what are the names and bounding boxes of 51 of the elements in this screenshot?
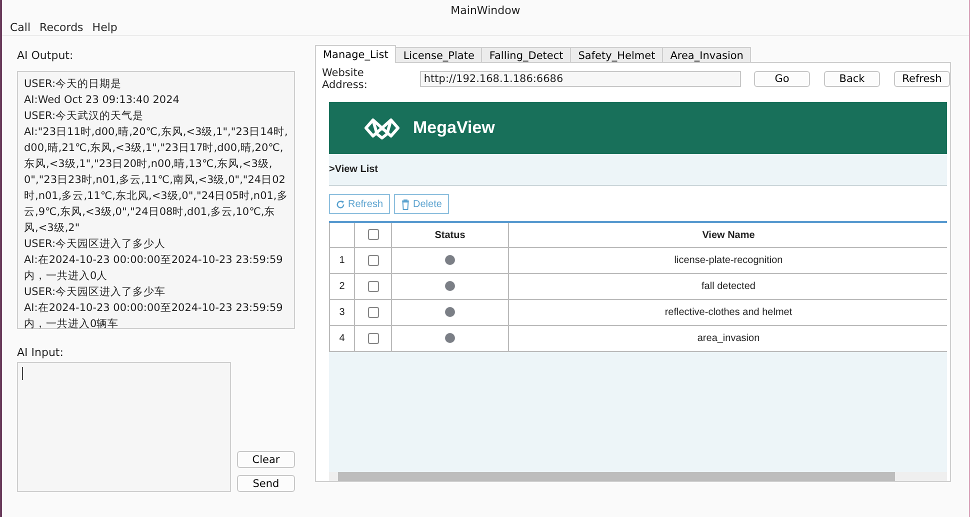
table-cell: license-plate-recognition: [674, 255, 783, 266]
tab[interactable]: Area_Invasion: [662, 47, 752, 63]
table-cell: fall detected: [702, 281, 756, 292]
row-number: 3: [339, 307, 345, 318]
window-title: MainWindow: [450, 4, 520, 16]
brand-name: MegaView: [413, 118, 495, 138]
tab[interactable]: Safety_Helmet: [570, 47, 664, 63]
input-label: AI Input:: [17, 346, 64, 361]
nav-button[interactable]: Go: [754, 70, 810, 86]
address-label: Website Address:: [322, 66, 368, 90]
column-header: Status: [434, 230, 466, 240]
tab[interactable]: Falling_Detect: [481, 47, 572, 63]
refresh-icon: [336, 200, 345, 208]
status-dot: [445, 281, 455, 292]
chat-message: USER:今天的日期是: [24, 77, 122, 92]
menu-item[interactable]: Help: [92, 21, 118, 34]
row-number: 2: [339, 281, 345, 292]
nav-button[interactable]: Refresh: [894, 70, 950, 86]
chat-message: USER:今天武汉的天气是: [24, 109, 144, 124]
chat-message: USER:今天园区进入了多少人: [24, 237, 166, 252]
chat-message: AI:在2024-10-23 00:00:00至2024-10-23 23:59:59内，一共进入0人: [24, 253, 284, 284]
address-field[interactable]: http://192.168.1.186:6686: [420, 70, 742, 86]
table-cell: area_invasion: [697, 333, 760, 344]
trash-icon: [401, 198, 410, 210]
action-button[interactable]: Clear: [237, 451, 295, 468]
logo-icon: [363, 116, 401, 140]
chat-message: USER:今天园区进入了多少车: [24, 285, 166, 300]
row-number: 4: [339, 333, 345, 344]
checkbox[interactable]: [368, 306, 378, 318]
tab[interactable]: License_Plate: [395, 47, 482, 63]
nav-button[interactable]: Back: [824, 70, 880, 86]
chat-message: AI:"23日11时,d00,晴,20℃,东风,<3级,1","23日14时,d00,晴,21℃,东风,<3级,1","23日17时,d00,晴,20℃,东风,<3级,1","23日20时,n00,晴,13℃,东风,<3级,0","23日23时,n01,多云,11℃,南风,<3级,0","24日02时,n01,多云,11℃,东北风,<3级,0","24日05时,n01,多云,9℃,东风,<3级,0","24日08时,d01,多云,10℃,东风,<3级,2": [24, 125, 288, 236]
status-dot: [445, 255, 455, 266]
chat-message: AI:在2024-10-23 00:00:00至2024-10-23 23:59:59内，一共进入0辆车: [24, 301, 284, 332]
menu-item[interactable]: Call: [10, 21, 31, 34]
checkbox[interactable]: [368, 280, 378, 292]
checkbox[interactable]: [368, 254, 378, 266]
row-number: 1: [339, 255, 345, 266]
output-label: AI Output:: [17, 49, 74, 64]
tab[interactable]: Manage_List: [315, 45, 396, 63]
column-header: View Name: [702, 230, 755, 240]
status-dot: [445, 307, 455, 318]
chat-message: AI:Wed Oct 23 09:13:40 2024: [24, 93, 180, 108]
checkbox[interactable]: [368, 229, 378, 240]
action-button[interactable]: Send: [237, 475, 295, 492]
input-field[interactable]: [17, 362, 231, 492]
table-cell: reflective-clothes and helmet: [664, 307, 792, 318]
checkbox[interactable]: [368, 332, 378, 344]
status-dot: [445, 333, 455, 344]
menu-item[interactable]: Records: [40, 21, 84, 34]
scrollbar[interactable]: [329, 472, 947, 481]
